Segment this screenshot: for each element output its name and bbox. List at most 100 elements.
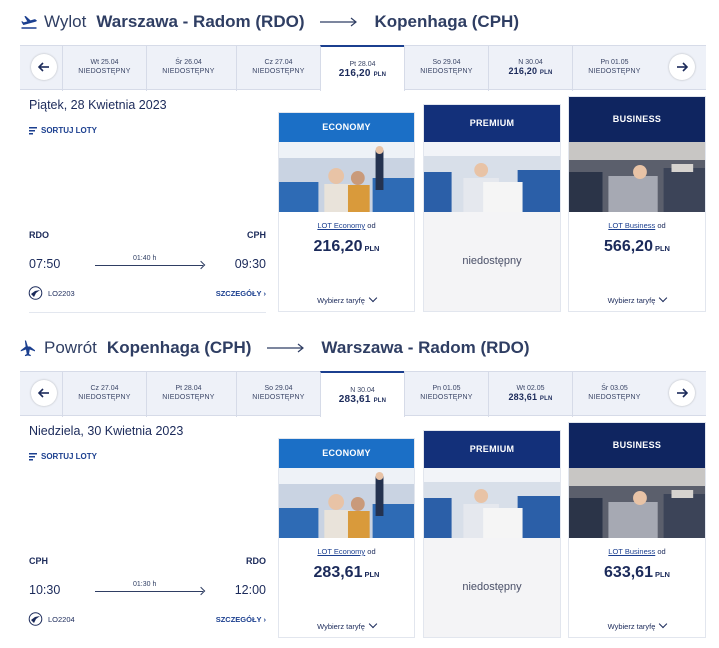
chevron-down-icon — [659, 619, 668, 629]
destination-city: Kopenhaga (CPH) — [374, 12, 519, 31]
date-tab[interactable]: So 29.04 NIEDOSTĘPNY — [236, 372, 320, 417]
origin-city: Kopenhaga (CPH) — [106, 338, 252, 357]
date-tab[interactable]: Wt 25.04 NIEDOSTĘPNY — [62, 46, 146, 91]
origin-city: Warszawa - Radom (RDO) — [96, 12, 305, 31]
business-fare-card[interactable]: BUSINESS LOT Business od 633,61 PLN Wybie… — [568, 422, 706, 638]
arrow-right-icon — [677, 62, 688, 72]
date-tab[interactable]: Pt 28.04 NIEDOSTĘPNY — [146, 372, 230, 417]
destination-code: CPH — [246, 230, 266, 240]
premium-cabin-photo — [424, 468, 560, 538]
sort-icon — [29, 452, 37, 460]
sort-flights-button[interactable]: SORTUJ LOTY — [29, 452, 97, 461]
lot-crane-logo-icon — [28, 286, 43, 300]
plane-landing-icon — [20, 340, 35, 357]
arrow-left-icon — [38, 388, 49, 398]
previous-dates-button[interactable] — [31, 54, 57, 80]
business-cabin-photo — [569, 142, 705, 212]
selected-date: Piątek, 28 Kwietnia 2023 — [29, 98, 167, 112]
economy-header: ECONOMY — [279, 113, 414, 142]
business-cabin-photo — [569, 468, 705, 538]
fare-name: LOT Business od — [608, 221, 666, 230]
economy-fare-card[interactable]: ECONOMY LOT Economy od 283,61 PLN Wybierz… — [278, 438, 415, 638]
arrow-right-icon — [267, 343, 305, 353]
selected-date: Niedziela, 30 Kwietnia 2023 — [29, 424, 184, 438]
flight-number: LO2204 — [48, 615, 75, 624]
date-tab[interactable]: Cz 27.04 NIEDOSTĘPNY — [62, 372, 146, 417]
unavailable-label: niedostępny — [462, 255, 522, 267]
premium-cabin-photo — [424, 142, 560, 212]
sort-flights-button[interactable]: SORTUJ LOTY — [29, 126, 97, 135]
origin-code: CPH — [29, 556, 49, 566]
choose-fare-button[interactable]: Wybierz taryfę — [279, 293, 414, 305]
economy-cabin-photo — [279, 468, 414, 538]
fare-price: 283,61 PLN — [313, 564, 380, 581]
destination-code: RDO — [246, 556, 266, 566]
economy-header: ECONOMY — [279, 439, 414, 468]
unavailable-label: niedostępny — [462, 581, 522, 593]
fare-name: LOT Business od — [608, 547, 666, 556]
direction-label: Wylot — [44, 12, 87, 31]
fare-price: 566,20 PLN — [604, 238, 670, 255]
fare-link[interactable]: LOT Business — [608, 221, 655, 230]
destination-city: Warszawa - Radom (RDO) — [321, 338, 530, 357]
date-tab[interactable]: So 29.04 NIEDOSTĘPNY — [404, 46, 488, 91]
plane-takeoff-icon — [21, 16, 37, 29]
date-tab[interactable]: Śr 26.04 NIEDOSTĘPNY — [146, 46, 230, 91]
fare-link[interactable]: LOT Business — [608, 547, 655, 556]
business-header: BUSINESS — [569, 423, 705, 468]
date-tab[interactable]: Pn 01.05 NIEDOSTĘPNY — [572, 46, 656, 91]
direction-label: Powrót — [44, 338, 97, 357]
date-tab[interactable]: Śr 03.05 NIEDOSTĘPNY — [572, 372, 656, 417]
date-tab-selected[interactable]: Pt 28.04 216,20 PLN — [320, 45, 404, 91]
duration-line — [95, 265, 203, 266]
departure-time: 07:50 — [29, 257, 61, 271]
date-selector: Wt 25.04 NIEDOSTĘPNY Śr 26.04 NIEDOSTĘPNY … — [20, 45, 706, 91]
choose-fare-button[interactable]: Wybierz taryfę — [569, 619, 705, 631]
business-header: BUSINESS — [569, 97, 705, 142]
airport-codes: RDO CPH — [29, 230, 266, 240]
fare-name: LOT Economy od — [317, 221, 376, 230]
fare-link[interactable]: LOT Economy — [317, 221, 365, 230]
flight-info: LO2204 SZCZEGÓŁY › — [28, 612, 266, 626]
premium-fare-card: PREMIUM niedostępny — [423, 104, 561, 312]
date-tab[interactable]: Pn 01.05 NIEDOSTĘPNY — [404, 372, 488, 417]
arrow-right-icon — [320, 17, 358, 27]
outbound-route-header: Wylot Warszawa - Radom (RDO) Kopenhaga (… — [20, 10, 519, 34]
business-fare-card[interactable]: BUSINESS LOT Business od 566,20 PLN Wybie… — [568, 96, 706, 312]
date-tab-selected[interactable]: N 30.04 283,61 PLN — [320, 371, 404, 417]
fare-name: LOT Economy od — [317, 547, 376, 556]
choose-fare-button[interactable]: Wybierz taryfę — [279, 619, 414, 631]
origin-code: RDO — [29, 230, 49, 240]
chevron-down-icon — [368, 293, 378, 303]
details-link[interactable]: SZCZEGÓŁY › — [216, 615, 266, 624]
economy-fare-card[interactable]: ECONOMY LOT Economy od 216,20 PLN Wybierz… — [278, 112, 415, 312]
choose-fare-button[interactable]: Wybierz taryfę — [569, 293, 705, 305]
premium-header: PREMIUM — [424, 105, 560, 142]
arrow-right-icon — [677, 388, 688, 398]
premium-header: PREMIUM — [424, 431, 560, 468]
flight-times: 07:50 01:40 h 09:30 — [29, 255, 266, 275]
details-link[interactable]: SZCZEGÓŁY › — [216, 289, 266, 298]
date-tab[interactable]: Cz 27.04 NIEDOSTĘPNY — [236, 46, 320, 91]
fare-link[interactable]: LOT Economy — [317, 547, 365, 556]
fare-price: 633,61 PLN — [604, 564, 670, 581]
fare-price: 216,20 PLN — [313, 238, 380, 255]
flight-duration: 01:40 h — [133, 255, 157, 262]
departure-time: 10:30 — [29, 583, 61, 597]
chevron-down-icon — [368, 619, 378, 629]
premium-fare-card: PREMIUM niedostępny — [423, 430, 561, 638]
next-dates-button[interactable] — [669, 380, 695, 406]
arrow-left-icon — [38, 62, 49, 72]
economy-cabin-photo — [279, 142, 414, 212]
lot-crane-logo-icon — [28, 612, 43, 626]
flight-duration: 01:30 h — [133, 581, 157, 588]
date-tab[interactable]: Wt 02.05 283,61 PLN — [488, 372, 572, 417]
flight-number: LO2203 — [48, 289, 75, 298]
return-route-header: Powrót Kopenhaga (CPH) Warszawa - Radom … — [20, 336, 530, 360]
divider — [29, 312, 266, 313]
next-dates-button[interactable] — [669, 54, 695, 80]
previous-dates-button[interactable] — [31, 380, 57, 406]
date-tab[interactable]: N 30.04 216,20 PLN — [488, 46, 572, 91]
sort-icon — [29, 126, 37, 134]
flight-info: LO2203 SZCZEGÓŁY › — [28, 286, 266, 300]
